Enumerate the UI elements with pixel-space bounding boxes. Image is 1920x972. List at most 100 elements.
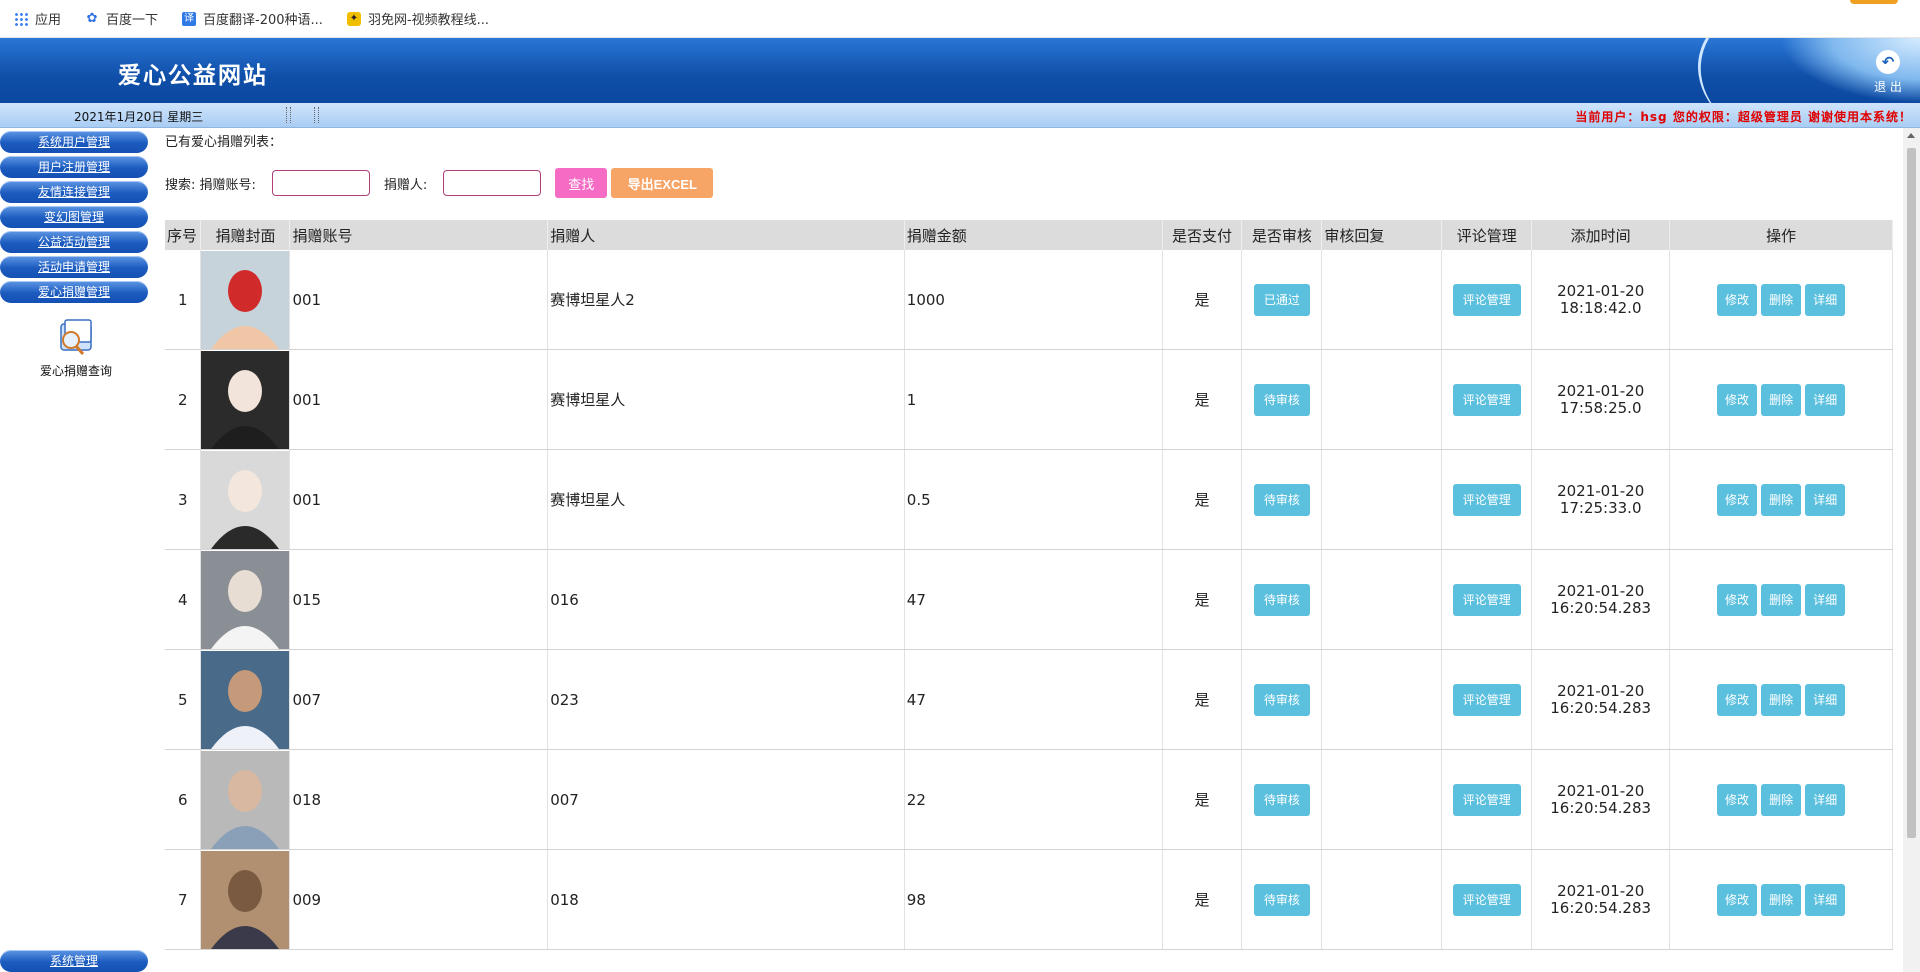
edit-button[interactable]: 修改 [1717, 283, 1758, 316]
detail-button[interactable]: 详细 [1805, 583, 1846, 616]
time-text: 16:20:54.283 [1550, 598, 1652, 617]
account-search-input[interactable] [271, 170, 370, 196]
edit-button[interactable]: 修改 [1717, 883, 1758, 916]
date-text: 2021-01-20 [1557, 581, 1645, 600]
export-excel-button[interactable]: 导出EXCEL [611, 168, 714, 198]
edit-button[interactable]: 修改 [1717, 583, 1758, 616]
sidebar-item-user-register[interactable]: 用户注册管理 [0, 156, 148, 178]
detail-button[interactable]: 详细 [1805, 483, 1846, 516]
delete-button[interactable]: 删除 [1761, 883, 1802, 916]
scrollbar-thumb[interactable] [1907, 148, 1916, 838]
browser-tab-edge [1850, 0, 1898, 4]
bookmark-fanyi[interactable]: 译 百度翻译-200种语... [182, 9, 323, 28]
fanyi-icon: 译 [182, 11, 197, 26]
sidebar-item-applications[interactable]: 活动申请管理 [0, 256, 148, 278]
row-number: 5 [165, 649, 202, 750]
time-text: 16:20:54.283 [1550, 798, 1652, 817]
delete-button[interactable]: 删除 [1761, 583, 1802, 616]
delete-button[interactable]: 删除 [1761, 483, 1802, 516]
comment-manage-button[interactable]: 评论管理 [1452, 683, 1521, 716]
sidebar-current-label: 爱心捐赠查询 [39, 364, 112, 378]
main-content: 已有爱心捐赠列表： 搜索: 捐赠账号: 捐赠人: 查找 导出EXCEL 序号 捐… [160, 128, 1900, 972]
row-number: 3 [165, 449, 202, 550]
baidu-paw-icon: ✿ [86, 10, 98, 26]
edit-button[interactable]: 修改 [1717, 783, 1758, 816]
header-cell: 添加时间 [1531, 220, 1671, 250]
date-text: 2021-01-20 [1557, 781, 1645, 800]
bookmark-baidu[interactable]: ✿ 百度一下 [85, 9, 158, 28]
reply-cell [1321, 749, 1443, 850]
edit-button[interactable]: 修改 [1717, 483, 1758, 516]
detail-button[interactable]: 详细 [1805, 383, 1846, 416]
edit-button[interactable]: 修改 [1717, 383, 1758, 416]
review-status-button[interactable]: 待审核 [1253, 383, 1310, 416]
sidebar-item-activities[interactable]: 公益活动管理 [0, 231, 148, 253]
comment-manage-button[interactable]: 评论管理 [1452, 483, 1521, 516]
review-status-button[interactable]: 待审核 [1253, 683, 1310, 716]
info-bar: 2021年1月20日 星期三 当前用户：hsg 您的权限：超级管理员 谢谢使用本… [0, 103, 1920, 128]
account-cell: 001 [289, 250, 549, 350]
logout-button[interactable]: ↶ 退 出 [1866, 48, 1910, 98]
sidebar-item-system[interactable]: 系统管理 [0, 950, 148, 972]
search-bar: 搜索: 捐赠账号: 捐赠人: 查找 导出EXCEL [165, 168, 714, 198]
sidebar-item-carousel[interactable]: 变幻图管理 [0, 206, 148, 228]
detail-button[interactable]: 详细 [1805, 283, 1846, 316]
bookmark-apps[interactable]: 应用 [14, 9, 61, 28]
delete-button[interactable]: 删除 [1761, 283, 1802, 316]
comment-cell: 评论管理 [1441, 549, 1533, 650]
donor-search-input[interactable] [443, 170, 542, 196]
review-status-button[interactable]: 已通过 [1253, 283, 1310, 316]
sidebar-item-friend-links[interactable]: 友情连接管理 [0, 181, 148, 203]
cover-cell [200, 349, 291, 450]
delete-button[interactable]: 删除 [1761, 683, 1802, 716]
amount-cell: 1000 [904, 250, 1163, 350]
current-date: 2021年1月20日 星期三 [74, 110, 204, 124]
cover-cell [200, 549, 291, 650]
scroll-up-icon[interactable] [1907, 133, 1915, 138]
donation-cover-image [201, 650, 290, 749]
detail-button[interactable]: 详细 [1805, 883, 1846, 916]
edit-button[interactable]: 修改 [1717, 683, 1758, 716]
amount-cell: 22 [904, 749, 1163, 850]
account-cell: 001 [289, 349, 549, 450]
current-user-info: 当前用户：hsg 您的权限：超级管理员 谢谢使用本系统！ [1575, 110, 1912, 124]
review-cell: 已通过 [1241, 250, 1323, 350]
account-cell: 015 [289, 549, 549, 650]
sidebar-item-system-users[interactable]: 系统用户管理 [0, 131, 148, 153]
site-title: 爱心公益网站 [118, 62, 268, 89]
vertical-scrollbar[interactable] [1903, 128, 1920, 972]
time-cell: 2021-01-20 17:25:33.0 [1531, 449, 1671, 550]
comment-manage-button[interactable]: 评论管理 [1452, 283, 1521, 316]
detail-button[interactable]: 详细 [1805, 683, 1846, 716]
table-body: 1 001 赛博坦星人2 1000 是已通过 评论管理 2021-01-20 18:18:42… [165, 250, 1893, 950]
time-cell: 2021-01-20 16:20:54.283 [1531, 849, 1671, 950]
comment-cell: 评论管理 [1441, 749, 1533, 850]
comment-manage-button[interactable]: 评论管理 [1452, 783, 1521, 816]
actions-cell: 修改 删除 详细 [1669, 849, 1893, 950]
row-number: 2 [165, 349, 202, 450]
cover-cell [200, 749, 291, 850]
review-cell: 待审核 [1241, 649, 1323, 750]
reply-cell [1321, 549, 1443, 650]
donation-search-icon[interactable] [55, 316, 99, 358]
find-button[interactable]: 查找 [555, 168, 608, 198]
donor-cell: 赛博坦星人 [547, 449, 905, 550]
divider [286, 107, 291, 123]
review-status-button[interactable]: 待审核 [1253, 783, 1310, 816]
comment-manage-button[interactable]: 评论管理 [1452, 883, 1521, 916]
sidebar-item-donations[interactable]: 爱心捐赠管理 [0, 281, 148, 303]
delete-button[interactable]: 删除 [1761, 383, 1802, 416]
comment-manage-button[interactable]: 评论管理 [1452, 583, 1521, 616]
actions-cell: 修改 删除 详细 [1669, 749, 1893, 850]
comment-manage-button[interactable]: 评论管理 [1452, 383, 1521, 416]
header-cell: 评论管理 [1441, 220, 1533, 250]
bookmark-yumian[interactable]: ✦ 羽免网-视频教程线... [346, 9, 489, 28]
delete-button[interactable]: 删除 [1761, 783, 1802, 816]
review-status-button[interactable]: 待审核 [1253, 883, 1310, 916]
review-status-button[interactable]: 待审核 [1253, 483, 1310, 516]
donation-cover-image [201, 850, 290, 949]
detail-button[interactable]: 详细 [1805, 783, 1846, 816]
comment-cell: 评论管理 [1441, 849, 1533, 950]
review-status-button[interactable]: 待审核 [1253, 583, 1310, 616]
time-text: 16:20:54.283 [1550, 898, 1652, 917]
